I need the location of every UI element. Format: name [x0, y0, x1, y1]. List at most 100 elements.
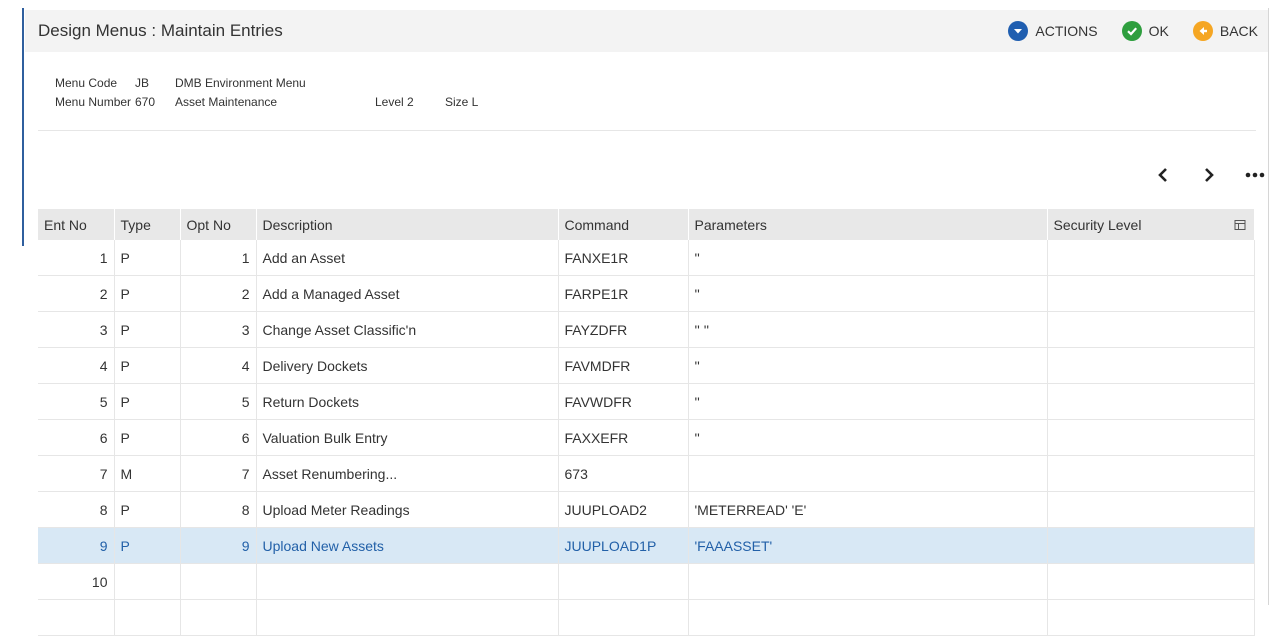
opt-no-cell[interactable]: 9: [180, 527, 257, 564]
chevron-right-icon: [1205, 168, 1214, 182]
command-cell[interactable]: FAVMDFR: [558, 347, 689, 384]
command-cell[interactable]: [558, 563, 689, 600]
opt-no-cell[interactable]: 8: [180, 491, 257, 528]
table-row[interactable]: 7 M 7 Asset Renumbering... 673: [38, 455, 1255, 492]
description-cell[interactable]: [256, 563, 559, 600]
ent-no-cell[interactable]: 5: [38, 383, 115, 420]
table-row[interactable]: 6 P 6 Valuation Bulk Entry FAXXEFR '': [38, 419, 1255, 456]
back-button[interactable]: BACK: [1192, 21, 1258, 41]
opt-no-cell[interactable]: 7: [180, 455, 257, 492]
more-button[interactable]: [1232, 164, 1278, 186]
parameters-cell[interactable]: 'FAAASSET': [688, 527, 1048, 564]
table-row[interactable]: 10: [38, 563, 1255, 600]
parameters-cell[interactable]: [688, 455, 1048, 492]
opt-no-cell[interactable]: 3: [180, 311, 257, 348]
column-header-security-level[interactable]: Security Level: [1047, 209, 1255, 240]
chevron-down-icon: [1008, 21, 1029, 41]
level-value: Level 2: [375, 94, 414, 109]
maintain-entries-panel: Design Menus : Maintain Entries ACTIONS …: [25, 10, 1268, 636]
security-level-cell[interactable]: [1047, 240, 1255, 276]
security-level-cell[interactable]: [1047, 527, 1255, 564]
description-cell[interactable]: Delivery Dockets: [256, 347, 559, 384]
column-header-description[interactable]: Description: [256, 209, 559, 240]
type-cell[interactable]: M: [114, 455, 181, 492]
ent-no-cell[interactable]: 3: [38, 311, 115, 348]
table-row[interactable]: 3 P 3 Change Asset Classific'n FAYZDFR '' '': [38, 311, 1255, 348]
ent-no-cell[interactable]: 9: [38, 527, 115, 564]
column-header-type[interactable]: Type: [114, 209, 181, 240]
description-cell[interactable]: Asset Renumbering...: [256, 455, 559, 492]
ent-no-cell[interactable]: 4: [38, 347, 115, 384]
command-cell[interactable]: JUUPLOAD2: [558, 491, 689, 528]
table-row[interactable]: 4 P 4 Delivery Dockets FAVMDFR '': [38, 347, 1255, 384]
ent-no-cell[interactable]: 7: [38, 455, 115, 492]
page-title: Design Menus : Maintain Entries: [38, 21, 283, 40]
ent-no-cell[interactable]: 10: [38, 563, 115, 600]
opt-no-cell[interactable]: 6: [180, 419, 257, 456]
parameters-cell[interactable]: [688, 563, 1048, 600]
type-cell[interactable]: P: [114, 491, 181, 528]
parameters-cell[interactable]: '': [688, 275, 1048, 312]
security-level-cell[interactable]: [1047, 491, 1255, 528]
command-cell[interactable]: JUUPLOAD1P: [558, 527, 689, 564]
description-cell[interactable]: Change Asset Classific'n: [256, 311, 559, 348]
ok-button[interactable]: OK: [1121, 21, 1169, 41]
type-cell[interactable]: P: [114, 383, 181, 420]
ent-no-cell[interactable]: 2: [38, 275, 115, 312]
security-level-cell[interactable]: [1047, 419, 1255, 456]
column-header-opt-no[interactable]: Opt No: [180, 209, 257, 240]
command-cell[interactable]: 673: [558, 455, 689, 492]
command-cell[interactable]: FANXE1R: [558, 240, 689, 276]
description-cell[interactable]: Valuation Bulk Entry: [256, 419, 559, 456]
command-cell[interactable]: FAXXEFR: [558, 419, 689, 456]
column-header-ent-no[interactable]: Ent No: [38, 209, 115, 240]
security-level-cell[interactable]: [1047, 563, 1255, 600]
parameters-cell[interactable]: '' '': [688, 311, 1048, 348]
security-level-cell[interactable]: [1047, 311, 1255, 348]
type-cell[interactable]: P: [114, 347, 181, 384]
type-cell[interactable]: P: [114, 275, 181, 312]
next-button[interactable]: [1186, 164, 1232, 186]
actions-button[interactable]: ACTIONS: [1008, 21, 1098, 41]
description-cell[interactable]: Upload New Assets: [256, 527, 559, 564]
ent-no-cell[interactable]: 6: [38, 419, 115, 456]
description-cell[interactable]: Return Dockets: [256, 383, 559, 420]
command-cell[interactable]: FAYZDFR: [558, 311, 689, 348]
opt-no-cell[interactable]: 5: [180, 383, 257, 420]
table-row[interactable]: 1 P 1 Add an Asset FANXE1R '': [38, 240, 1255, 276]
description-cell[interactable]: Upload Meter Readings: [256, 491, 559, 528]
column-chooser-icon[interactable]: [1234, 219, 1246, 231]
command-cell[interactable]: FARPE1R: [558, 275, 689, 312]
security-level-cell[interactable]: [1047, 275, 1255, 312]
command-cell[interactable]: FAVWDFR: [558, 383, 689, 420]
column-header-parameters[interactable]: Parameters: [688, 209, 1048, 240]
type-cell[interactable]: P: [114, 527, 181, 564]
description-cell[interactable]: Add a Managed Asset: [256, 275, 559, 312]
menu-code-label: Menu Code: [55, 75, 118, 90]
table-row[interactable]: 2 P 2 Add a Managed Asset FARPE1R '': [38, 275, 1255, 312]
table-row[interactable]: 5 P 5 Return Dockets FAVWDFR '': [38, 383, 1255, 420]
previous-button[interactable]: [1140, 164, 1186, 186]
column-header-command[interactable]: Command: [558, 209, 689, 240]
opt-no-cell[interactable]: 1: [180, 240, 257, 276]
parameters-cell[interactable]: '': [688, 240, 1048, 276]
security-level-cell[interactable]: [1047, 347, 1255, 384]
parameters-cell[interactable]: '': [688, 419, 1048, 456]
parameters-cell[interactable]: '': [688, 383, 1048, 420]
security-level-cell[interactable]: [1047, 455, 1255, 492]
type-cell[interactable]: P: [114, 419, 181, 456]
type-cell[interactable]: [114, 563, 181, 600]
opt-no-cell[interactable]: [180, 563, 257, 600]
ent-no-cell[interactable]: 1: [38, 240, 115, 276]
type-cell[interactable]: P: [114, 311, 181, 348]
description-cell[interactable]: Add an Asset: [256, 240, 559, 276]
opt-no-cell[interactable]: 2: [180, 275, 257, 312]
table-row[interactable]: 8 P 8 Upload Meter Readings JUUPLOAD2 'METERR…: [38, 491, 1255, 528]
parameters-cell[interactable]: 'METERREAD' 'E': [688, 491, 1048, 528]
type-cell[interactable]: P: [114, 240, 181, 276]
table-row[interactable]: 9 P 9 Upload New Assets JUUPLOAD1P 'FAAASSET': [38, 527, 1255, 564]
opt-no-cell[interactable]: 4: [180, 347, 257, 384]
security-level-cell[interactable]: [1047, 383, 1255, 420]
parameters-cell[interactable]: '': [688, 347, 1048, 384]
ent-no-cell[interactable]: 8: [38, 491, 115, 528]
